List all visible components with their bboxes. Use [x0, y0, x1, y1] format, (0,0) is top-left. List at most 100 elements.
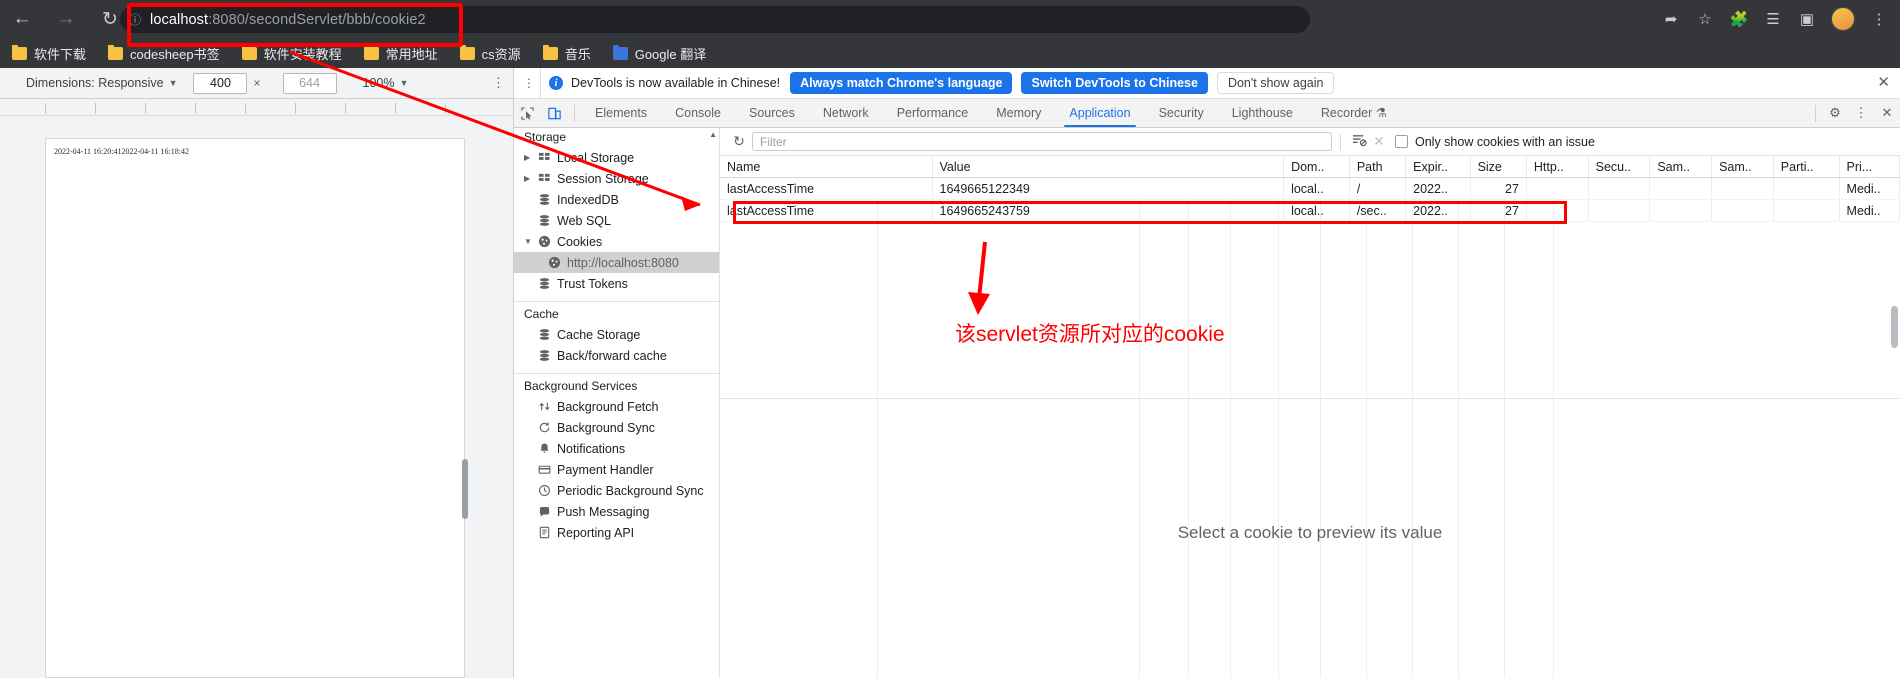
cookies-table-empty-grid: [720, 198, 1900, 678]
tab-performance[interactable]: Performance: [883, 99, 983, 127]
bookmark-item[interactable]: 音乐: [539, 41, 595, 65]
sidebar-item-session-storage[interactable]: ▶ Session Storage: [514, 168, 719, 189]
column-header-value[interactable]: Value: [932, 156, 1285, 178]
device-toolbar-icon[interactable]: [541, 99, 568, 127]
sidebar-item-back-forward-cache[interactable]: Back/forward cache: [514, 345, 719, 366]
zoom-chevron-down-icon[interactable]: ▼: [399, 78, 408, 88]
reading-list-icon[interactable]: ☰: [1756, 0, 1790, 38]
viewport-width-input[interactable]: 400: [193, 72, 248, 94]
toolbar-divider: [1340, 133, 1341, 150]
page-iframe[interactable]: 2022-04-11 16:20:412022-04-11 16:18:42: [45, 138, 468, 678]
sidebar-item-cookie-origin[interactable]: http://localhost:8080: [514, 252, 719, 273]
column-header-samesite2[interactable]: Sam..: [1711, 156, 1774, 178]
switch-devtools-to-chinese-button[interactable]: Switch DevTools to Chinese: [1021, 72, 1208, 94]
viewport-height-input[interactable]: 644: [282, 72, 337, 94]
device-emulation-toolbar: Dimensions: Responsive ▼ 400 × 644 100% …: [0, 68, 513, 99]
sidebar-item-cache-storage[interactable]: Cache Storage: [514, 324, 719, 345]
chevron-right-icon[interactable]: ▶: [524, 174, 538, 183]
filter-clear-icon[interactable]: [1349, 133, 1369, 150]
sidebar-item-trust-tokens[interactable]: Trust Tokens: [514, 273, 719, 294]
sidebar-item-payment-handler[interactable]: Payment Handler: [514, 459, 719, 480]
profile-avatar[interactable]: [1831, 7, 1855, 31]
zoom-level-label[interactable]: 100%: [363, 76, 395, 90]
chevron-down-icon[interactable]: ▼: [169, 78, 178, 88]
bookmark-label: 软件安装教程: [263, 46, 342, 62]
tab-console[interactable]: Console: [661, 99, 735, 127]
devtools-close-icon[interactable]: ✕: [1874, 99, 1900, 127]
sidebar-panel-icon[interactable]: ▣: [1790, 0, 1824, 38]
tab-lighthouse[interactable]: Lighthouse: [1218, 99, 1307, 127]
address-bar[interactable]: ⓘ localhost:8080/secondServlet/bbb/cooki…: [120, 6, 1310, 33]
share-icon[interactable]: ➦: [1654, 0, 1688, 38]
push-messaging-icon: [538, 505, 557, 518]
site-info-icon[interactable]: ⓘ: [120, 11, 150, 28]
tab-security[interactable]: Security: [1145, 99, 1218, 127]
column-header-domain[interactable]: Dom..: [1283, 156, 1350, 178]
notification-kebab-menu-icon[interactable]: ⋮: [520, 77, 538, 89]
bookmark-item[interactable]: cs资源: [456, 41, 525, 65]
settings-gear-icon[interactable]: ⚙: [1822, 99, 1848, 127]
forward-icon[interactable]: →: [44, 0, 88, 38]
sidebar-item-label: Push Messaging: [557, 504, 650, 519]
column-header-partitioned[interactable]: Parti..: [1773, 156, 1840, 178]
extensions-puzzle-icon[interactable]: 🧩: [1722, 0, 1756, 38]
bookmark-item[interactable]: 软件下载: [8, 41, 90, 65]
table-icon: [538, 172, 557, 185]
bookmark-item[interactable]: 软件安装教程: [238, 41, 346, 65]
devtools-kebab-menu-icon[interactable]: ⋮: [1848, 99, 1874, 127]
only-issues-checkbox[interactable]: [1395, 135, 1408, 148]
cell-samesite2: [1711, 177, 1774, 200]
url-host: localhost: [150, 11, 209, 28]
column-header-priority[interactable]: Pri...: [1839, 156, 1900, 178]
kebab-menu-icon[interactable]: ⋮: [1862, 0, 1896, 38]
table-row[interactable]: lastAccessTime 1649665122349 local.. / 2…: [720, 177, 1900, 200]
page-scrollbar[interactable]: [462, 459, 468, 519]
sidebar-item-web-sql[interactable]: Web SQL: [514, 210, 719, 231]
inspect-cursor-icon[interactable]: [514, 99, 541, 127]
chevron-down-icon[interactable]: ▼: [524, 237, 538, 246]
chevron-up-icon[interactable]: ▲: [709, 130, 717, 139]
dimensions-label[interactable]: Dimensions: Responsive: [26, 76, 164, 90]
column-header-secure[interactable]: Secu..: [1588, 156, 1651, 178]
tab-memory[interactable]: Memory: [982, 99, 1055, 127]
close-icon[interactable]: ✕: [1877, 75, 1890, 90]
bookmark-item[interactable]: codesheep书签: [104, 41, 224, 65]
sidebar-item-notifications[interactable]: Notifications: [514, 438, 719, 459]
column-header-name[interactable]: Name: [720, 156, 933, 178]
bookmark-item[interactable]: 常用地址: [360, 41, 442, 65]
column-header-httponly[interactable]: Http..: [1526, 156, 1589, 178]
recorder-flask-icon: ⚗: [1375, 106, 1388, 120]
database-icon: [538, 328, 557, 341]
column-header-samesite[interactable]: Sam..: [1649, 156, 1713, 178]
sidebar-item-cookies[interactable]: ▼ Cookies: [514, 231, 719, 252]
always-match-chrome-language-button[interactable]: Always match Chrome's language: [790, 72, 1013, 94]
sidebar-item-indexeddb[interactable]: IndexedDB: [514, 189, 719, 210]
column-header-expires[interactable]: Expir..: [1405, 156, 1471, 178]
sidebar-item-background-sync[interactable]: Background Sync: [514, 417, 719, 438]
sidebar-item-local-storage[interactable]: ▶ Local Storage: [514, 147, 719, 168]
dont-show-again-button[interactable]: Don't show again: [1216, 72, 1335, 94]
sidebar-item-periodic-background-sync[interactable]: Periodic Background Sync: [514, 480, 719, 501]
cookies-table-scrollbar[interactable]: [1891, 306, 1898, 348]
back-icon[interactable]: ←: [0, 0, 44, 38]
column-header-size[interactable]: Size: [1470, 156, 1527, 178]
chevron-right-icon[interactable]: ▶: [524, 153, 538, 162]
clear-all-x-icon[interactable]: ✕: [1369, 133, 1389, 150]
refresh-icon[interactable]: ↻: [726, 133, 752, 150]
bookmark-star-icon[interactable]: ☆: [1688, 0, 1722, 38]
tab-network[interactable]: Network: [809, 99, 883, 127]
device-toolbar-kebab-menu-icon[interactable]: ⋮: [492, 76, 505, 90]
sidebar-item-reporting-api[interactable]: Reporting API: [514, 522, 719, 543]
tab-recorder[interactable]: Recorder ⚗: [1307, 99, 1401, 127]
device-toolbar-svg: [548, 107, 561, 119]
bookmark-item[interactable]: Google 翻译: [609, 41, 711, 65]
column-header-path[interactable]: Path: [1349, 156, 1407, 178]
cookie-filter-input[interactable]: Filter: [752, 132, 1332, 151]
tab-application[interactable]: Application: [1055, 99, 1144, 127]
sidebar-item-background-fetch[interactable]: Background Fetch: [514, 396, 719, 417]
tab-elements[interactable]: Elements: [581, 99, 661, 127]
sidebar-item-push-messaging[interactable]: Push Messaging: [514, 501, 719, 522]
tab-sources[interactable]: Sources: [735, 99, 809, 127]
info-icon: i: [549, 76, 563, 90]
devtools-body: ▲ Storage ▶ Local Storage ▶ Session Stor…: [514, 128, 1900, 678]
